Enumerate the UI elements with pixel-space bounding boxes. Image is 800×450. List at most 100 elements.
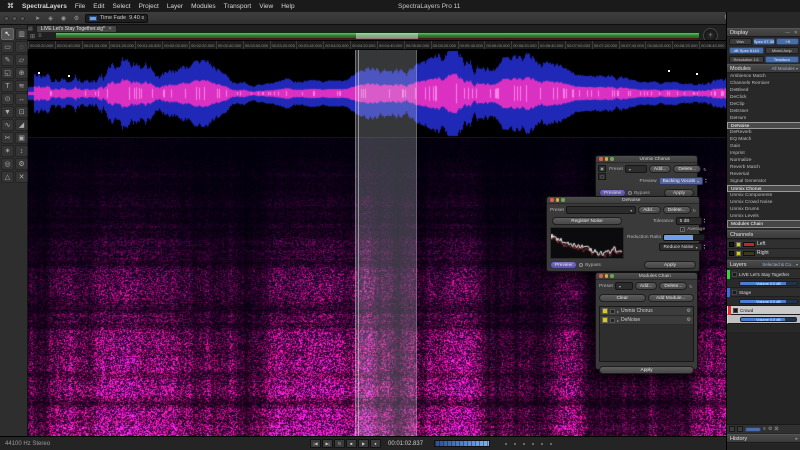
list-icon[interactable]: ≡: [38, 33, 42, 39]
transport-button[interactable]: ●: [370, 439, 381, 448]
display-option-button[interactable]: +9: [776, 38, 800, 45]
amplify-tool-icon[interactable]: ∿: [1, 119, 14, 131]
zoom-icon[interactable]: [610, 157, 614, 161]
display-option-button[interactable]: Mixed Amp: [764, 47, 799, 54]
zoom-icon[interactable]: [610, 274, 614, 278]
add-layer-button[interactable]: [729, 426, 735, 432]
module-item[interactable]: Channels Remixer: [727, 80, 800, 87]
pan-tool-icon[interactable]: ◎: [1, 158, 14, 170]
crop-tool-icon[interactable]: ⊡: [15, 106, 28, 118]
modules-panel-header[interactable]: Modules All Modules ▾: [727, 64, 800, 73]
module-item[interactable]: Unmix Crowd Noise: [727, 199, 800, 206]
heal-tool-icon[interactable]: ⊕: [15, 67, 28, 79]
bypass-radio[interactable]: [628, 191, 633, 195]
smear-tool-icon[interactable]: ≋: [15, 80, 28, 92]
preview-button[interactable]: Preview: [550, 261, 578, 269]
select-tool-icon[interactable]: ↖: [1, 28, 14, 40]
display-option-button[interactable]: Resolution 1/1: [729, 56, 764, 63]
eye-icon[interactable]: [733, 307, 738, 313]
minimize-icon[interactable]: [604, 157, 608, 161]
grid-icon[interactable]: ⊞: [30, 33, 35, 40]
channels-panel-header[interactable]: Channels: [727, 230, 800, 239]
layer-volume-row[interactable]: Volume 0.0 dB: [727, 315, 800, 324]
erase-all-tool-icon[interactable]: ✕: [15, 171, 28, 183]
menu-item[interactable]: Transport: [224, 3, 252, 10]
gear-icon[interactable]: ⚙: [768, 426, 772, 432]
preset-menu-icon[interactable]: ↻: [689, 284, 692, 289]
time-select-tool-icon[interactable]: ▥: [15, 28, 28, 40]
layer-row-stage[interactable]: Stage: [727, 287, 800, 297]
module-item[interactable]: Unmix Drums: [727, 206, 800, 213]
layer-blend-button[interactable]: [745, 426, 761, 432]
eye-icon[interactable]: [732, 271, 737, 277]
stepper-icon[interactable]: ▴ ▾: [705, 178, 707, 184]
preset-menu-icon[interactable]: ↻: [693, 208, 696, 213]
minimize-icon[interactable]: [604, 274, 608, 278]
menu-item[interactable]: Help: [281, 3, 294, 10]
zoom-tool-icon[interactable]: ⊙: [1, 93, 14, 105]
module-item[interactable]: Gain: [727, 143, 800, 150]
module-enable-checkbox[interactable]: [610, 308, 615, 314]
text-tool-icon[interactable]: T: [1, 80, 14, 92]
playhead[interactable]: [358, 50, 359, 436]
stepper-icon[interactable]: ▴ ▾: [704, 244, 706, 250]
register-noise-button[interactable]: Register Noise: [552, 217, 622, 225]
module-item[interactable]: EQ Match: [727, 136, 800, 143]
dialog-titlebar[interactable]: DeNoise: [547, 197, 699, 204]
menu-item[interactable]: Modules: [191, 3, 216, 10]
preset-delete-button[interactable]: Delete...: [662, 206, 691, 214]
eye-icon[interactable]: [732, 289, 737, 295]
hand-tool-icon[interactable]: ↔: [15, 93, 28, 105]
layer-row-crowd[interactable]: Crowd: [727, 305, 800, 315]
marker-tool-icon[interactable]: ▼: [1, 106, 14, 118]
display-option-button[interactable]: Spec 97-38: [752, 38, 776, 45]
document-tab[interactable]: LIVE Let's Stay Together.sig* ✕: [35, 25, 118, 32]
history-panel-header[interactable]: History ▸: [727, 434, 800, 443]
preset-menu-icon[interactable]: ↻: [703, 167, 706, 172]
add-group-button[interactable]: [737, 426, 743, 432]
preset-dropdown[interactable]: ▾: [624, 165, 647, 173]
close-icon[interactable]: [599, 157, 603, 161]
module-item[interactable]: DeBleed: [727, 87, 800, 94]
preset-dropdown[interactable]: ▾: [565, 206, 637, 214]
display-panel-header[interactable]: Display — ✕: [727, 28, 800, 37]
cursor-mode-icon[interactable]: ➤: [33, 15, 42, 22]
modules-chain-item[interactable]: Modules Chain: [727, 220, 800, 228]
module-item[interactable]: Unmix Chorus: [727, 185, 800, 192]
gear-icon[interactable]: ⚙: [687, 308, 691, 314]
wand-tool-icon[interactable]: ✶: [1, 145, 14, 157]
tolerance-field[interactable]: 5 dB: [675, 217, 702, 225]
modules-filter-dropdown[interactable]: All Modules ▾: [771, 66, 798, 71]
module-item[interactable]: DeReverb: [727, 129, 800, 136]
apple-menu-icon[interactable]: ⌘: [7, 2, 14, 10]
display-option-button[interactable]: Tessitura: [764, 56, 799, 63]
module-item[interactable]: Unmix Components: [727, 192, 800, 199]
preset-delete-button[interactable]: Delete...: [659, 282, 688, 290]
module-item[interactable]: Signal Generator: [727, 178, 800, 185]
module-item[interactable]: DeNoise: [727, 122, 800, 129]
minimize-window-icon[interactable]: [12, 15, 17, 21]
apply-button[interactable]: Apply: [644, 261, 696, 269]
close-window-icon[interactable]: [4, 15, 9, 21]
menu-item[interactable]: Select: [113, 3, 131, 10]
channel-row-left[interactable]: Left: [727, 240, 800, 249]
zoom-icon[interactable]: [561, 198, 565, 202]
pitch-tool-icon[interactable]: △: [1, 171, 14, 183]
chain-module-item[interactable]: ▸ DeNoise ⚙: [600, 316, 693, 325]
module-item[interactable]: Reverb Match: [727, 164, 800, 171]
add-module-button[interactable]: Add Module...: [647, 294, 694, 302]
delete-layer-icon[interactable]: ⊠: [774, 426, 778, 432]
module-item[interactable]: DeEsser: [727, 108, 800, 115]
gear-icon[interactable]: ⚙: [687, 317, 691, 323]
module-item[interactable]: DeClick: [727, 94, 800, 101]
layer-volume-row[interactable]: Volume 0.0 dB: [727, 297, 800, 306]
stepper-icon[interactable]: ▴ ▾: [704, 218, 706, 224]
preset-add-button[interactable]: Add...: [634, 282, 658, 290]
reduction-mode-dropdown[interactable]: Reduce Noise ▾: [659, 243, 702, 251]
module-enable-checkbox[interactable]: [610, 317, 615, 323]
channel-solo-icon[interactable]: [736, 241, 741, 247]
layer-row-group[interactable]: LIVE Let's Stay Together: [727, 269, 800, 279]
display-option-button[interactable]: dB Spec 6144: [729, 47, 764, 54]
lasso-select-tool-icon[interactable]: ◌: [15, 41, 28, 53]
move-tool-icon[interactable]: ↕: [15, 145, 28, 157]
